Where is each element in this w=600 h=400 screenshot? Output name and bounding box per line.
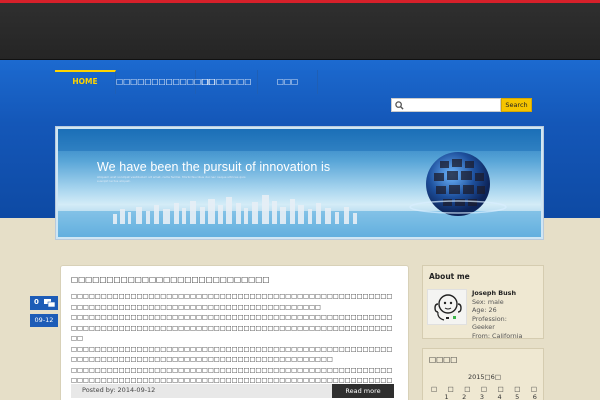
- post-date-badge: 09-12: [30, 314, 58, 327]
- calendar-title: □□□□: [429, 355, 458, 364]
- post-footer: Posted by: 2014-09-12 Read more: [71, 384, 394, 398]
- calendar-day[interactable]: 5: [515, 393, 519, 400]
- calendar-week-row: 1 2 3 4 5 6: [431, 393, 537, 400]
- profile-from: From: California: [472, 331, 523, 340]
- calendar-month: 2015□6□: [468, 373, 501, 381]
- profile-profession-value: Geeker: [472, 323, 495, 331]
- avatar: [427, 289, 467, 325]
- profile-info: Joseph Bush Sex: male Age: 26 Profession…: [472, 289, 522, 340]
- post-paragraph: □□□□□□□□□□□□□□□□□□□□□□□□□□□□□□□□□□□□□□□□…: [71, 293, 393, 311]
- nav-item-3[interactable]: □□□□□□□: [196, 70, 258, 94]
- profile-profession: Profession:: [472, 314, 507, 323]
- search-input[interactable]: [406, 100, 498, 110]
- about-title: About me: [429, 272, 470, 281]
- search-icon: [395, 101, 404, 110]
- search-box: [391, 98, 501, 112]
- post-paragraph: □□□□□□□□□□□□□□□□□□□□□□□□□□□□□□□□□□□□□□□□…: [71, 314, 393, 342]
- calendar-weekday: □: [497, 385, 504, 393]
- nav-item-2[interactable]: □□□□□□□□□□□□□□: [116, 70, 215, 94]
- about-widget: About me Joseph Bush Sex: male Age: 26 P…: [422, 265, 544, 340]
- avatar-icon: [434, 294, 462, 321]
- post-card: □□□□□□□□□□□□□□□□□□□□□□□□□□□□ □□□□□□□□□□□…: [60, 265, 409, 400]
- calendar-weekday: □: [530, 385, 537, 393]
- calendar-weekday: □: [480, 385, 488, 393]
- profile-name: Joseph Bush: [472, 289, 517, 297]
- comment-icon: [44, 299, 56, 308]
- nav-item-4[interactable]: □□□: [258, 70, 318, 94]
- banner-title: We have been the pursuit of innovation i…: [97, 160, 331, 174]
- calendar-weekday: □: [431, 385, 438, 393]
- banner-subtitle: Aliquam erat volutpat vestibulum sit ame…: [97, 175, 246, 183]
- main-nav: HOME □□□□□□□□□□□□□□ □□□□□□□ □□□: [55, 70, 318, 94]
- calendar-day[interactable]: 6: [533, 393, 537, 400]
- banner-artwork: [58, 129, 541, 237]
- post-title[interactable]: □□□□□□□□□□□□□□□□□□□□□□□□□□□□: [71, 275, 269, 284]
- top-bar: [0, 3, 600, 60]
- calendar-day[interactable]: 4: [497, 393, 501, 400]
- posted-by: Posted by: 2014-09-12: [82, 386, 156, 394]
- calendar-widget: □□□□ 2015□6□ □ □ □ □ □ □ □ 1 2 3 4 5 6: [422, 348, 544, 400]
- calendar-weekday: □: [464, 385, 471, 393]
- read-more-button[interactable]: Read more: [332, 384, 394, 398]
- search-button[interactable]: Search: [501, 98, 532, 112]
- nav-item-home[interactable]: HOME: [55, 70, 116, 94]
- calendar-day[interactable]: 1: [445, 393, 449, 400]
- calendar-weekdays: □ □ □ □ □ □ □: [431, 385, 537, 393]
- calendar-day[interactable]: 2: [462, 393, 466, 400]
- search-bar: Search: [391, 98, 532, 112]
- calendar-weekday: □: [514, 385, 521, 393]
- post-body: □□□□□□□□□□□□□□□□□□□□□□□□□□□□□□□□□□□□□□□□…: [71, 292, 396, 397]
- calendar-weekday: □: [447, 385, 454, 393]
- comment-badge[interactable]: 0: [30, 296, 58, 310]
- banner-image: We have been the pursuit of innovation i…: [58, 129, 541, 237]
- profile-sex: Sex: male: [472, 297, 504, 306]
- profile-age: Age: 26: [472, 306, 497, 314]
- comment-count: 0: [34, 298, 39, 306]
- calendar-day[interactable]: 3: [480, 393, 484, 400]
- banner: We have been the pursuit of innovation i…: [55, 126, 544, 240]
- post-paragraph: □□□□□□□□□□□□□□□□□□□□□□□□□□□□□□□□□□□□□□□□…: [71, 345, 393, 364]
